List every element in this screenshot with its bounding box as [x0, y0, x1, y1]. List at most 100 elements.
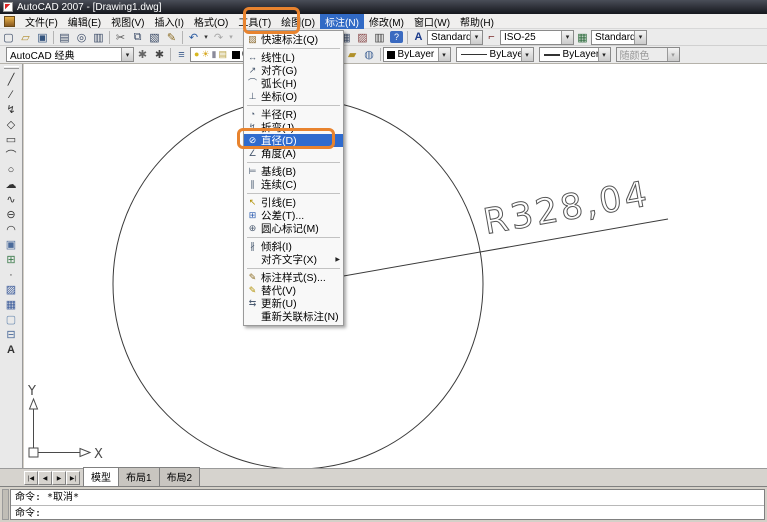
make-block-icon[interactable]: ⊞	[3, 252, 20, 267]
menu-edit[interactable]: 编辑(E)	[63, 14, 106, 29]
layer-freeze-icon[interactable]: ☀	[201, 50, 209, 59]
copy-icon[interactable]: ⧉	[129, 30, 146, 45]
menu-dimension[interactable]: 标注(N)	[320, 14, 364, 29]
combo-arrow-icon[interactable]: ▾	[598, 48, 610, 61]
tab-layout2[interactable]: 布局2	[159, 467, 201, 486]
paste-icon[interactable]: ▧	[146, 30, 163, 45]
region-icon[interactable]: ▢	[3, 312, 20, 327]
menu-item-quick-dimension[interactable]: ▨ 快速标注(Q)	[244, 33, 343, 46]
line-icon[interactable]: ╱	[3, 72, 20, 87]
menu-item-center-mark[interactable]: ⊕ 圆心标记(M)	[244, 222, 343, 235]
rectangle-icon[interactable]: ▭	[3, 132, 20, 147]
markup-set-icon[interactable]: ▨	[354, 30, 371, 45]
layer-on-icon[interactable]: ●	[194, 50, 199, 59]
menu-item-reassociate[interactable]: 重新关联标注(N)	[244, 310, 343, 323]
layer-lock-icon[interactable]: ▮	[212, 50, 217, 59]
combo-arrow-icon[interactable]: ▾	[561, 31, 573, 44]
next-tab-button[interactable]: ▶	[52, 471, 66, 485]
table-style-combo[interactable]: Standard ▾	[591, 30, 647, 45]
drawing-area[interactable]: R328,04 Y X	[24, 64, 767, 468]
menu-item-label: 连续(C)	[261, 177, 343, 192]
text-style-combo[interactable]: Standard ▾	[427, 30, 483, 45]
menu-modify[interactable]: 修改(M)	[364, 14, 409, 29]
baseline-icon: ⊨	[244, 167, 261, 176]
combo-arrow-icon[interactable]: ▾	[438, 48, 450, 61]
table-icon[interactable]: ⊟	[3, 327, 20, 342]
plot-icon[interactable]: ▤	[56, 30, 73, 45]
spline-icon[interactable]: ∿	[3, 192, 20, 207]
match-properties-icon[interactable]: ✎	[163, 30, 180, 45]
menu-view[interactable]: 视图(V)	[106, 14, 149, 29]
menu-window[interactable]: 窗口(W)	[409, 14, 455, 29]
drawing-file-icon[interactable]	[4, 16, 15, 27]
ellipse-arc-icon[interactable]: ◠	[3, 222, 20, 237]
command-window-grip[interactable]	[2, 489, 9, 520]
polygon-icon[interactable]: ◇	[3, 117, 20, 132]
menu-item-continue[interactable]: ∥ 连续(C)	[244, 178, 343, 191]
angular-icon: ∠	[244, 149, 261, 158]
insert-block-icon[interactable]: ▣	[3, 237, 20, 252]
color-combo[interactable]: ByLayer ▾	[383, 47, 451, 62]
menu-separator	[247, 268, 340, 269]
lineweight-value: ByLayer	[560, 49, 598, 60]
workspace-save-icon[interactable]: ✱	[151, 47, 168, 62]
menu-item-ordinate[interactable]: ⊥ 坐标(O)	[244, 90, 343, 103]
menu-file[interactable]: 文件(F)	[20, 14, 63, 29]
quickcalc-icon[interactable]: ▥	[371, 30, 388, 45]
construction-line-icon[interactable]: ∕	[3, 87, 20, 102]
command-window[interactable]: 命令: *取消* 命令:	[10, 489, 765, 520]
cut-icon[interactable]: ✂	[112, 30, 129, 45]
new-file-icon[interactable]: ▢	[0, 30, 17, 45]
publish-icon[interactable]: ▥	[90, 30, 107, 45]
linetype-combo[interactable]: ByLayer ▾	[456, 47, 534, 62]
menu-help[interactable]: 帮助(H)	[455, 14, 499, 29]
first-tab-button[interactable]: |◀	[24, 471, 38, 485]
circle-icon[interactable]: ○	[3, 162, 20, 177]
combo-arrow-icon[interactable]: ▾	[634, 31, 646, 44]
radius-dimension-text[interactable]: R328,04	[481, 174, 653, 243]
menu-insert[interactable]: 插入(I)	[149, 14, 188, 29]
menu-format[interactable]: 格式(O)	[189, 14, 233, 29]
plot-style-value: 随颜色	[617, 47, 667, 62]
multiline-text-icon[interactable]: A	[3, 342, 20, 357]
tab-model[interactable]: 模型	[83, 467, 119, 486]
save-icon[interactable]: ▣	[34, 30, 51, 45]
revision-cloud-icon[interactable]: ☁	[3, 177, 20, 192]
command-prompt-line[interactable]: 命令:	[11, 505, 764, 520]
help-icon[interactable]: ?	[390, 31, 403, 43]
undo-icon[interactable]: ↶	[185, 30, 202, 45]
arc-icon[interactable]: ⌒	[3, 147, 20, 162]
lineweight-sample	[544, 54, 560, 56]
combo-arrow-icon: ▾	[667, 48, 679, 61]
title-bar[interactable]: AutoCAD 2007 - [Drawing1.dwg]	[0, 0, 767, 14]
combo-arrow-icon[interactable]: ▾	[521, 48, 533, 61]
redo-icon[interactable]: ↷	[210, 30, 227, 45]
hatch-icon[interactable]: ▨	[3, 282, 20, 297]
workspace-combo[interactable]: AutoCAD 经典 ▾	[6, 47, 134, 62]
layer-plot-icon[interactable]: ▤	[218, 50, 227, 59]
color-value: ByLayer	[395, 49, 438, 60]
layer-previous-icon[interactable]: ▰	[344, 47, 361, 62]
toolbar-drag-handle[interactable]	[4, 66, 19, 69]
plot-preview-icon[interactable]: ◎	[73, 30, 90, 45]
combo-arrow-icon[interactable]: ▾	[121, 48, 133, 61]
redo-dropdown-icon[interactable]: ▾	[227, 30, 235, 45]
open-file-icon[interactable]: ▱	[17, 30, 34, 45]
lineweight-combo[interactable]: ByLayer ▾	[539, 47, 611, 62]
point-icon[interactable]: ·	[3, 267, 20, 282]
layer-properties-icon[interactable]: ≡	[173, 47, 190, 62]
layer-states-icon[interactable]: ◍	[361, 47, 378, 62]
menu-separator	[247, 237, 340, 238]
dim-style-combo[interactable]: ISO-25 ▾	[500, 30, 574, 45]
last-tab-button[interactable]: ▶|	[66, 471, 80, 485]
gradient-icon[interactable]: ▦	[3, 297, 20, 312]
workspace-settings-icon[interactable]: ✱	[134, 47, 151, 62]
polyline-icon[interactable]: ↯	[3, 102, 20, 117]
combo-arrow-icon[interactable]: ▾	[470, 31, 482, 44]
toolbar-separator	[182, 31, 183, 44]
ellipse-icon[interactable]: ⊖	[3, 207, 20, 222]
tab-layout1[interactable]: 布局1	[118, 467, 160, 486]
undo-dropdown-icon[interactable]: ▾	[202, 30, 210, 45]
previous-tab-button[interactable]: ◀	[38, 471, 52, 485]
menu-item-align-text[interactable]: 对齐文字(X) ▶	[244, 253, 343, 266]
